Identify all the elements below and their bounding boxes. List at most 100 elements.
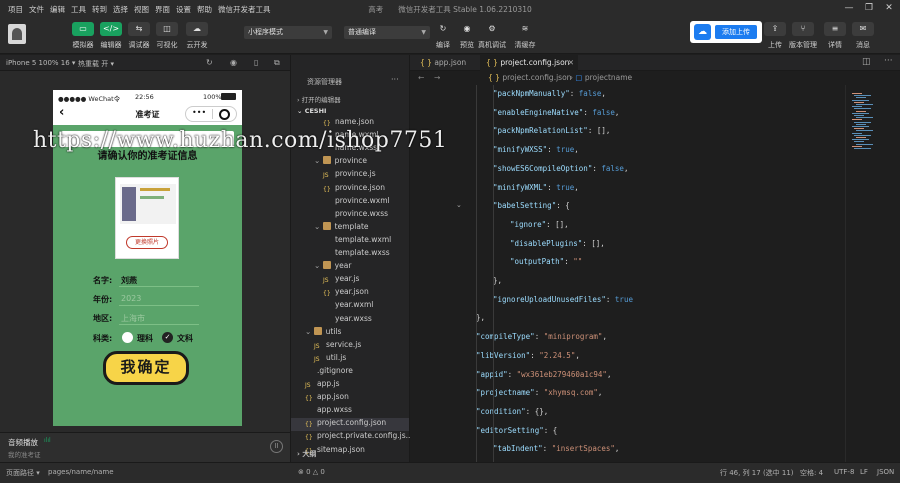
messages-button[interactable]: ✉ 消息 [850,22,876,50]
line-ending[interactable]: LF [860,468,868,476]
tree-item-label: app.js [317,379,340,388]
record-icon[interactable]: ◉ [230,58,237,67]
audio-subtitle: 我的准考证 [8,451,41,459]
minimap[interactable] [845,85,900,462]
more-icon[interactable]: ··· [391,75,399,84]
code-token: "minifyWXML" [493,182,548,192]
code-line: "babelSetting": { [493,201,570,210]
minimap-line [852,99,869,101]
minimize-icon[interactable]: — [842,2,856,15]
code-token: , [623,163,629,173]
minimap-line [856,110,866,112]
version-button[interactable]: ⑂ 版本管理 [789,22,817,50]
code-token: , [601,89,606,98]
tree-folder[interactable]: ⌄ utils [291,326,409,340]
tree-file[interactable]: {} year.json [291,287,409,300]
split-editor-icon[interactable]: ◫ [862,57,871,67]
tree-file[interactable]: app.wxss [291,405,409,418]
tab-app-json[interactable]: { } app.json [414,55,476,71]
minimap-line [852,139,869,141]
region-field[interactable]: 上海市 [121,313,145,324]
tree-folder[interactable]: ⌄ year [291,261,409,274]
breadcrumb-file[interactable]: { } project.config.json [488,73,571,82]
tree-file[interactable]: province.wxml [291,196,409,209]
upload-panel[interactable]: ☁ 添加上传 [690,21,762,43]
close-tab-icon[interactable]: ✕ [568,55,574,71]
change-photo-button[interactable]: 更换照片 [126,236,168,249]
tree-file[interactable]: JS year.js [291,274,409,287]
indent-setting[interactable]: 空格: 4 [800,468,823,478]
json-icon: {} [305,421,313,429]
tree-file[interactable]: JS util.js [291,353,409,366]
tree-file[interactable]: JS service.js [291,340,409,353]
hotreload-select[interactable]: 热重载 开 ▾ [78,59,114,69]
tree-file[interactable]: year.wxml [291,300,409,313]
code-token: "enableEngineNative" [493,107,584,117]
tree-file[interactable]: province.wxss [291,209,409,222]
clear-cache-button[interactable]: ≋ 清缓存 [512,22,538,50]
tree-file[interactable]: JS app.js [291,379,409,392]
tree-folder[interactable]: ⌄ province [291,156,409,169]
breadcrumb-key[interactable]: › ▢ projectname [570,73,632,82]
language-mode[interactable]: JSON [877,468,894,476]
outline-section[interactable]: › 大纲 [297,449,316,459]
code-line: "editorSetting": { [476,426,557,435]
cursor-position[interactable]: 行 46, 列 17 (选中 11) [720,468,794,478]
device-select[interactable]: iPhone 5 100% 16 ▾ [6,59,75,67]
remote-debug-button[interactable]: ⚙ 真机调试 [478,22,506,50]
tree-file[interactable]: template.wxss [291,248,409,261]
minimap-line [852,112,869,114]
audio-pause-icon[interactable]: ll [270,440,283,453]
region-label: 地区: [93,314,113,323]
action-label: 消息 [856,41,870,49]
mode-select[interactable]: 小程序模式 ▼ [244,26,332,39]
tree-file[interactable]: template.wxml [291,235,409,248]
toolbar-button-cloud[interactable]: ☁ 云开发 [184,22,210,50]
science-radio[interactable] [122,332,133,343]
code-token: : [534,332,544,342]
code-token: , [574,182,579,192]
back-arrow-icon[interactable]: ← [418,73,424,82]
open-editors-section[interactable]: › 打开的编辑器 [297,94,341,104]
capsule-menu[interactable]: ••• [185,106,237,122]
forward-arrow-icon[interactable]: → [434,73,440,82]
more-dots-icon[interactable]: ••• [192,108,206,117]
tree-file[interactable]: year.wxss [291,314,409,327]
tree-item-label: template.wxml [335,234,392,244]
project-section[interactable]: ⌄ CESHI [297,107,326,115]
close-mini-icon[interactable] [219,109,230,120]
toolbar-button-visual[interactable]: ◫ 可视化 [154,22,180,50]
tree-file[interactable]: {} project.config.json [291,418,409,432]
fold-chevron-icon[interactable]: ⌄ [456,201,462,209]
tree-file[interactable]: .gitignore [291,366,409,379]
tab-project-config[interactable]: { } project.config.json ✕ [480,55,578,71]
mobile-icon[interactable]: ▯ [254,58,258,67]
maximize-icon[interactable]: ❐ [862,2,876,15]
tree-folder[interactable]: ⌄ template [291,221,409,235]
confirm-button[interactable]: 我确定 [103,351,189,385]
file-explorer: 资源管理器 ··· › 打开的编辑器 ⌄ CESHI {} name.json na… [290,55,413,462]
encoding[interactable]: UTF-8 [834,468,854,476]
menu-bar: 项目 文件 编辑 工具 转到 选择 视图 界面 设置 帮助 微信开发者工具 高考 微信开发者工具 S… [0,0,900,18]
code-area[interactable]: "packNpmManually": false, "enableEngineNa… [470,85,845,462]
tree-file[interactable]: JS province.js [291,169,409,182]
detach-icon[interactable]: ⧉ [274,58,280,68]
minimap-line [856,104,873,105]
clock: 22:56 [135,93,154,101]
toolbar: ▭ 模拟器 </> 编辑器 ⇆ 调试器 ◫ 可视化 ☁ 云开发 小程序模式 ▼ 普通编译 ▼ ↻ 编译 ◉… [0,18,900,54]
refresh-icon[interactable]: ↻ [206,58,213,67]
tree-file[interactable]: {} app.json [291,392,409,405]
page-path[interactable]: pages/name/name [48,468,114,476]
arts-radio-checked[interactable]: ✓ [162,332,173,343]
code-token: true [556,145,575,155]
more-icon[interactable]: ··· [884,56,893,66]
close-icon[interactable]: ✕ [882,2,896,15]
tree-file[interactable]: {} project.private.config.js... [291,431,413,444]
compile-select[interactable]: 普通编译 ▼ [344,26,430,39]
page-path-label[interactable]: 页面路径 ▾ [6,468,40,478]
phone-nav-bar: ‹ 准考证 ••• [53,103,242,125]
problem-counts[interactable]: ⊗ 0 △ 0 [298,468,325,476]
year-field[interactable]: 2023 [121,294,141,303]
name-field[interactable]: 刘燕 [121,275,137,286]
tree-file[interactable]: {} province.json [291,183,409,196]
